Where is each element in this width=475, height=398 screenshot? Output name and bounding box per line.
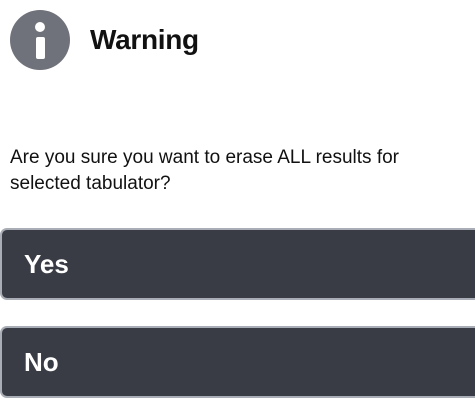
info-icon <box>10 10 70 70</box>
yes-button[interactable]: Yes <box>0 228 475 300</box>
dialog-title: Warning <box>90 24 199 55</box>
dialog-header: Warning <box>10 10 199 70</box>
no-button[interactable]: No <box>0 326 475 398</box>
info-icon-stem <box>35 37 45 59</box>
warning-dialog: Warning Are you sure you want to erase A… <box>0 0 475 398</box>
yes-button-label: Yes <box>24 248 69 279</box>
info-icon-dot <box>35 22 45 32</box>
no-button-label: No <box>24 346 59 377</box>
dialog-message: Are you sure you want to erase ALL resul… <box>10 147 399 194</box>
